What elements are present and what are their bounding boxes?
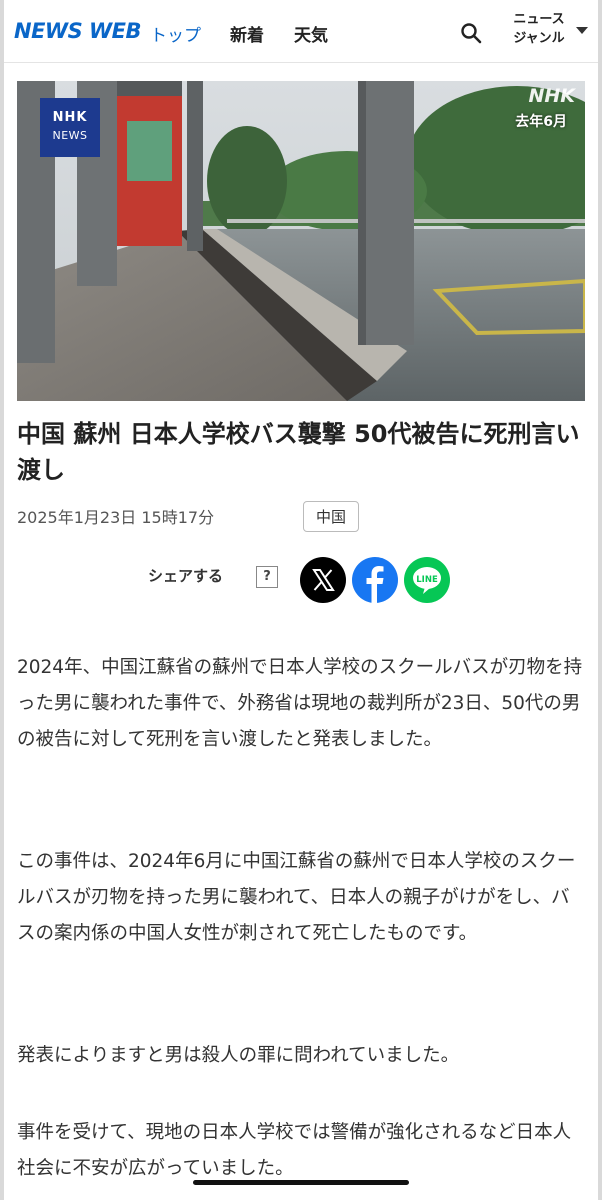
svg-text:LINE: LINE [416, 575, 438, 585]
article-paragraph: 事件を受けて、現地の日本人学校では警備が強化されるなど日本人社会に不安が広がって… [17, 1122, 572, 1179]
bus-stop-photo [17, 81, 585, 401]
left-edge [0, 0, 4, 1200]
news-web-logo[interactable]: NEWS WEB [14, 19, 142, 43]
nav-weather-link[interactable]: 天気 [294, 21, 328, 46]
share-facebook-button[interactable] [352, 557, 398, 603]
genre-label: ニュース ジャンル [509, 10, 569, 48]
share-x-button[interactable] [300, 557, 346, 603]
nhk-watermark: NHK [528, 85, 575, 107]
photo-caption: 去年6月 [515, 114, 567, 130]
search-icon [461, 23, 482, 44]
nav-top-link[interactable]: トップ [150, 21, 201, 46]
line-icon: LINE [413, 567, 441, 594]
badge-line1: NHK [52, 110, 88, 125]
article-date: 2025年1月23日 15時17分 [17, 508, 215, 527]
site-header: NEWS WEB トップ 新着 天気 ニュース ジャンル [4, 0, 598, 63]
nhk-news-badge: NHK NEWS [40, 98, 100, 157]
help-icon[interactable]: ? [256, 566, 278, 588]
home-indicator[interactable] [193, 1180, 409, 1185]
article-title: 中国 蘇州 日本人学校バス襲撃 50代被告に死刑言い渡し [17, 420, 580, 484]
search-button[interactable] [459, 21, 483, 45]
chevron-down-icon [576, 27, 588, 34]
right-edge [598, 0, 602, 1200]
article-paragraph: 発表によりますと男は殺人の罪に問われていました。 [17, 1045, 460, 1066]
genre-label-line1: ニュース [513, 12, 565, 27]
x-icon [312, 569, 335, 591]
genre-label-line2: ジャンル [513, 31, 565, 46]
news-genre-menu[interactable]: ニュース ジャンル [509, 10, 594, 54]
article-paragraph: この事件は、2024年6月に中国江蘇省の蘇州で日本人学校のスクールバスが刃物を持… [17, 851, 576, 944]
nav-new-link[interactable]: 新着 [230, 21, 264, 46]
category-tag[interactable]: 中国 [303, 501, 360, 532]
hero-image: NHK NEWS NHK 去年6月 [17, 81, 585, 401]
facebook-icon [366, 566, 384, 603]
article-paragraph: 2024年、中国江蘇省の蘇州で日本人学校のスクールバスが刃物を持った男に襲われた… [17, 657, 583, 750]
share-line-button[interactable]: LINE [404, 557, 450, 603]
share-label: シェアする [148, 567, 224, 585]
badge-line2: NEWS [52, 129, 88, 142]
